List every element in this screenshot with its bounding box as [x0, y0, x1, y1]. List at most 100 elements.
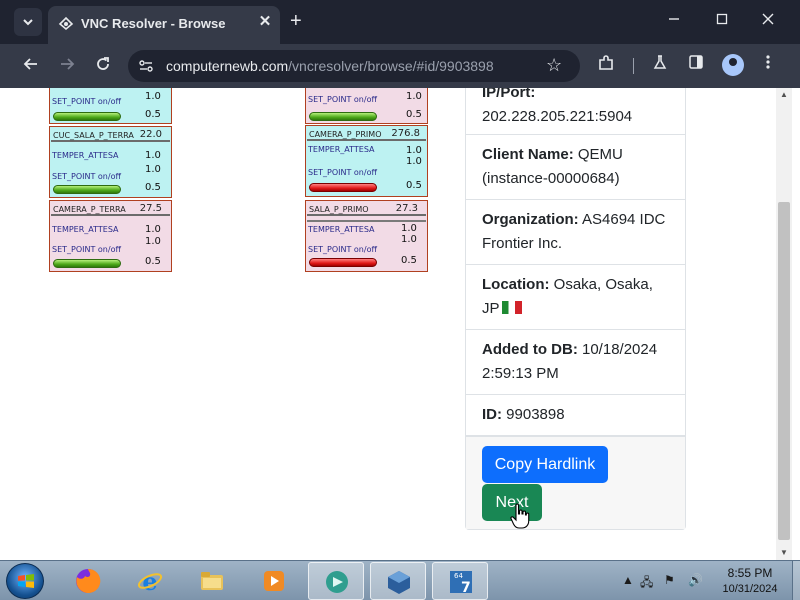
- taskbar-internet-explorer[interactable]: e: [122, 562, 178, 600]
- location-label: Location:: [482, 276, 550, 293]
- network-icon[interactable]: 🖧: [640, 573, 653, 594]
- address-bar[interactable]: computernewb.com/vncresolver/browse/#id/…: [128, 50, 580, 82]
- taskbar-media-player[interactable]: [246, 562, 302, 600]
- panel-label: SET_POINT on/off: [52, 245, 121, 254]
- labs-flask-icon[interactable]: [648, 54, 672, 78]
- page-scrollbar[interactable]: ▲ ▼: [776, 88, 792, 560]
- reload-button[interactable]: [90, 53, 116, 79]
- location-item: Location: Osaka, Osaka, JP: [466, 265, 685, 330]
- media-player-icon: [264, 571, 284, 591]
- puzzle-icon: [599, 55, 613, 70]
- new-tab-button[interactable]: +: [290, 10, 302, 32]
- url-path: /vncresolver/browse/#id/9903898: [288, 58, 494, 74]
- panel-value: 1.0: [406, 156, 422, 167]
- panel-header: CAMERA_P_PRIMO 276.8: [307, 127, 426, 141]
- scroll-up-arrow-icon[interactable]: ▲: [776, 88, 792, 102]
- tab-close-icon[interactable]: ✕: [256, 13, 274, 31]
- panel-label: TEMPER_ATTESA: [52, 151, 119, 160]
- show-desktop-button[interactable]: [792, 561, 800, 600]
- panel-value: 1.0: [406, 145, 422, 156]
- panel-header: SALA_P_PRIMO 27.3: [307, 202, 426, 216]
- panel-value: 0.5: [145, 109, 161, 120]
- start-button[interactable]: [6, 563, 44, 599]
- panel-label: SET_POINT on/off: [52, 97, 121, 106]
- toolbar-separator: [633, 58, 634, 74]
- scada-panel: SALA_P_PRIMO 27.3 TEMPER_ATTESA 1.0 1.0 …: [305, 200, 428, 272]
- id-item: ID: 9903898: [466, 395, 685, 436]
- panel-value: 1.0: [401, 234, 417, 245]
- vnc-resolver-favicon-icon: [58, 16, 74, 31]
- svg-text:e: e: [142, 568, 157, 594]
- panel-value: 1.0: [145, 236, 161, 247]
- tab-search-button[interactable]: [14, 8, 42, 36]
- show-hidden-icons-icon[interactable]: ▲: [622, 573, 634, 587]
- setpoint-indicator: [309, 112, 377, 121]
- setpoint-indicator: [53, 112, 121, 121]
- browser-menu-button[interactable]: [756, 54, 780, 78]
- system-clock[interactable]: 8:55 PM 10/31/2024: [712, 565, 788, 597]
- scroll-down-arrow-icon[interactable]: ▼: [776, 546, 792, 560]
- extensions-icon[interactable]: [594, 54, 618, 78]
- organization-item: Organization: AS4694 IDC Frontier Inc.: [466, 200, 685, 265]
- added-to-db-item: Added to DB: 10/18/2024 2:59:13 PM: [466, 330, 685, 395]
- page-viewport: 1.0 SET_POINT on/off 0.5 CUC_SALA_P_TERR…: [0, 88, 776, 560]
- panel-value: 0.5: [406, 109, 422, 120]
- panel-value: 1.0: [145, 150, 161, 161]
- scada-panel: CUC_SALA_P_TERRA 22.0 TEMPER_ATTESA 1.0 …: [49, 126, 172, 198]
- site-settings-icon[interactable]: [138, 58, 154, 74]
- scada-panel: CAMERA_P_TERRA 27.5 TEMPER_ATTESA 1.0 1.…: [49, 200, 172, 272]
- clock-time: 8:55 PM: [727, 566, 773, 580]
- taskbar-virtualbox[interactable]: [370, 562, 426, 600]
- taskbar-firefox[interactable]: [60, 562, 116, 600]
- ip-port-item: IP/Port: 202.228.205.221:5904: [466, 88, 685, 135]
- folder-icon: [201, 572, 223, 590]
- taskbar-windows7-vm[interactable]: 64 7: [432, 562, 488, 600]
- ip-port-label: IP/Port:: [482, 88, 536, 101]
- panel-name: CUC_SALA_P_TERRA: [53, 131, 134, 140]
- scrollbar-thumb[interactable]: [778, 202, 790, 540]
- action-center-flag-icon[interactable]: ⚑: [664, 573, 675, 587]
- panel-name: SALA_P_PRIMO: [309, 205, 369, 214]
- minimize-button[interactable]: [654, 8, 694, 34]
- panel-value: 0.5: [406, 180, 422, 191]
- taskbar-file-explorer[interactable]: [184, 562, 240, 600]
- internet-explorer-icon: e: [137, 568, 163, 594]
- panel-divider: [307, 220, 426, 222]
- id-label: ID:: [482, 406, 502, 423]
- id-value: 9903898: [506, 406, 565, 423]
- forward-button[interactable]: [54, 53, 80, 79]
- windows-logo-icon: [18, 574, 34, 588]
- svg-text:7: 7: [461, 580, 471, 595]
- card-footer: Copy Hardlink Next: [466, 436, 685, 529]
- taskbar-vnc-viewer[interactable]: [308, 562, 364, 600]
- window-close-button[interactable]: [748, 8, 788, 34]
- virtualbox-icon: [388, 571, 410, 594]
- reload-icon: [97, 57, 109, 70]
- scada-panel: CAMERA_P_PRIMO 276.8 TEMPER_ATTESA 1.0 1…: [305, 125, 428, 197]
- chevron-down-icon: [23, 19, 33, 26]
- panel-label: TEMPER_ATTESA: [308, 145, 375, 154]
- flask-icon: [653, 55, 667, 69]
- bookmark-star-icon[interactable]: ☆: [546, 55, 562, 76]
- client-name-item: Client Name: QEMU (instance-00000684): [466, 135, 685, 200]
- panel-reading: 27.3: [395, 203, 418, 214]
- volume-icon[interactable]: 🔊: [688, 573, 703, 587]
- maximize-button[interactable]: [702, 8, 742, 34]
- browser-tab-active[interactable]: VNC Resolver - Browse ✕: [48, 6, 280, 44]
- firefox-icon: [76, 568, 101, 593]
- scada-panel: 1.0 SET_POINT on/off 0.5: [49, 88, 172, 124]
- panel-value: 1.0: [406, 91, 422, 102]
- setpoint-indicator: [309, 183, 377, 192]
- panel-label: SET_POINT on/off: [308, 245, 377, 254]
- sidebar-icon: [689, 55, 703, 69]
- client-name-label: Client Name:: [482, 146, 574, 163]
- panel-reading: 27.5: [139, 203, 162, 214]
- setpoint-indicator: [309, 258, 377, 267]
- back-button[interactable]: [18, 53, 44, 79]
- panel-value: 1.0: [145, 224, 161, 235]
- profile-avatar-icon[interactable]: [722, 54, 744, 76]
- setpoint-indicator: [53, 185, 121, 194]
- panel-label: SET_POINT on/off: [308, 95, 377, 104]
- copy-hardlink-button[interactable]: Copy Hardlink: [482, 446, 608, 483]
- side-panel-icon[interactable]: [684, 54, 708, 78]
